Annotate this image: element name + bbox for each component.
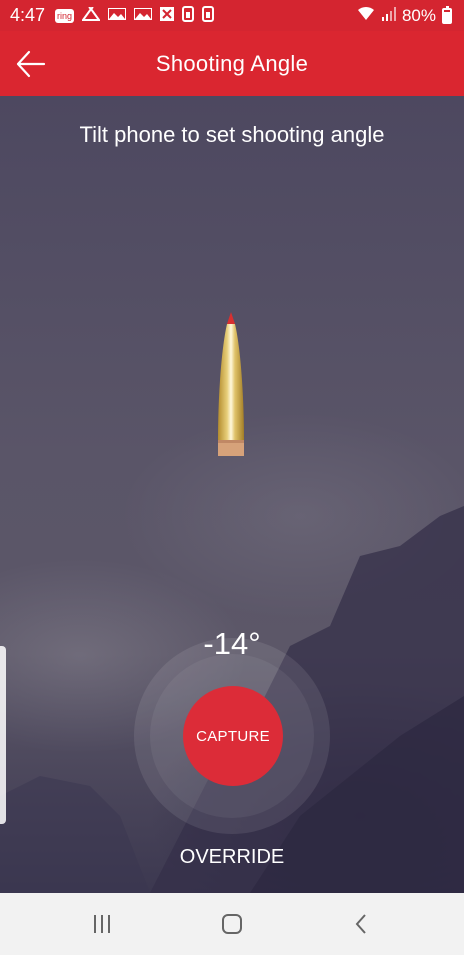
phone-storage-icon [182, 6, 195, 25]
edge-panel-handle[interactable] [0, 646, 6, 824]
angle-screen: Tilt phone to set shooting angle -14° CA… [0, 96, 464, 893]
back-button[interactable] [14, 47, 48, 81]
status-time: 4:47 [10, 5, 46, 25]
recents-button[interactable] [84, 909, 120, 939]
home-button[interactable] [214, 909, 250, 939]
system-nav-bar [0, 893, 464, 955]
phone-storage-icon-2 [202, 6, 215, 25]
bullet-icon [218, 312, 244, 456]
mountain-notification-icon-2 [133, 7, 154, 23]
wifi-icon [356, 5, 376, 26]
capture-button[interactable]: CAPTURE [183, 686, 283, 786]
status-bar: 4:47 ring 80% [0, 0, 464, 31]
battery-percent: 80% [401, 5, 436, 25]
back-chevron-icon [355, 914, 366, 934]
instruction-text: Tilt phone to set shooting angle [79, 122, 385, 147]
battery-icon [442, 5, 452, 24]
tent-icon [81, 6, 102, 24]
home-icon [222, 914, 242, 934]
close-box-icon [160, 7, 175, 24]
notification-icons: ring [55, 6, 215, 25]
page-title: Shooting Angle [155, 50, 309, 76]
system-back-button[interactable] [344, 909, 380, 939]
arrow-left-icon [16, 50, 46, 78]
recents-icon [94, 915, 110, 933]
system-status: 80% [356, 5, 452, 26]
signal-icon [381, 6, 396, 26]
override-button[interactable]: OVERRIDE [0, 846, 464, 869]
mountain-notification-icon [107, 7, 128, 23]
app-bar: Shooting Angle [0, 31, 464, 96]
ring-app-icon: ring [55, 8, 75, 23]
capture-dial: CAPTURE [134, 638, 330, 834]
